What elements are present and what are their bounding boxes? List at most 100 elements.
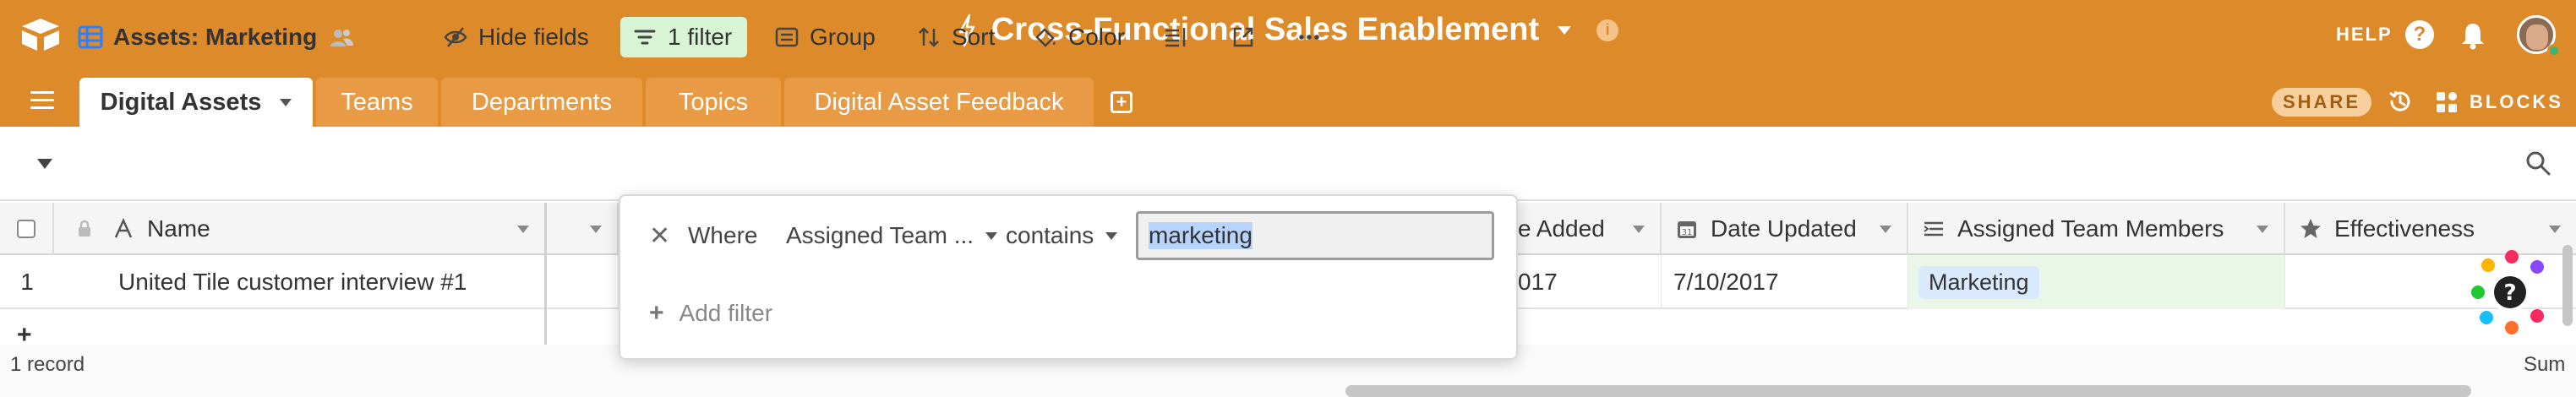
help-icon[interactable]: ?: [2405, 20, 2434, 49]
column-header-assigned-team[interactable]: Assigned Team Members: [1908, 203, 2285, 255]
column-label: Effectiveness: [2334, 215, 2475, 242]
cell-date-updated-text: 7/10/2017: [1673, 269, 1779, 295]
column-header-date-updated[interactable]: 31 Date Updated: [1662, 203, 1908, 255]
star-icon: [2300, 219, 2321, 238]
remove-filter-icon[interactable]: ✕: [649, 221, 670, 251]
view-switcher-caret-icon[interactable]: [37, 159, 52, 169]
support-chat-icon[interactable]: ?: [2468, 245, 2562, 340]
column-label: e Added: [1518, 215, 1605, 242]
chevron-down-icon[interactable]: [280, 98, 292, 106]
cell-hidden[interactable]: [546, 255, 619, 309]
filter-condition-row: ✕ Where Assigned Team ... contains marke…: [620, 209, 1516, 260]
blocks-button[interactable]: BLOCKS: [2434, 88, 2563, 117]
chevron-down-icon[interactable]: [2257, 226, 2268, 233]
info-icon[interactable]: i: [1596, 19, 1619, 41]
tab-topics[interactable]: Topics: [646, 78, 781, 127]
chevron-down-icon[interactable]: [590, 226, 602, 233]
bell-icon[interactable]: [2459, 20, 2486, 51]
svg-text:?: ?: [2503, 280, 2516, 306]
sort-icon: [919, 27, 939, 47]
chevron-down-icon[interactable]: [1880, 226, 1891, 233]
app-header: Cross-Functional Sales Enablement i HELP…: [0, 0, 2576, 127]
filter-button[interactable]: 1 filter: [620, 17, 748, 57]
airtable-logo-icon[interactable]: [19, 15, 63, 52]
chevron-down-icon: [1105, 231, 1118, 240]
view-toolbar: [0, 127, 2576, 201]
tab-digital-assets[interactable]: Digital Assets: [79, 78, 313, 127]
history-icon[interactable]: [2387, 88, 2414, 115]
vertical-scrollbar[interactable]: [2562, 245, 2573, 326]
filter-operator-value: contains: [1006, 222, 1094, 248]
chevron-down-icon[interactable]: [517, 226, 529, 233]
tab-label: Digital Assets: [100, 88, 262, 116]
column-header-name[interactable]: Name: [54, 203, 544, 255]
svg-text:31: 31: [1682, 228, 1693, 237]
cell-name-text: United Tile customer interview #1: [118, 269, 467, 295]
cell-name[interactable]: United Tile customer interview #1: [54, 255, 544, 309]
filter-value-input[interactable]: marketing: [1136, 211, 1494, 260]
color-button[interactable]: Color: [1033, 17, 1125, 57]
collaborators-icon: [330, 30, 354, 46]
add-table-icon[interactable]: +: [1111, 91, 1132, 113]
more-options-button[interactable]: [1296, 17, 1322, 57]
chevron-down-icon: [1558, 25, 1572, 35]
cell-date-added-text: 017: [1518, 269, 1558, 295]
sort-label: Sort: [952, 24, 996, 50]
group-button[interactable]: Group: [774, 17, 876, 57]
view-name: Assets: Marketing: [113, 24, 318, 50]
column-header-hidden[interactable]: [546, 203, 619, 255]
column-label: Name: [147, 215, 210, 242]
search-icon[interactable]: [2524, 149, 2552, 177]
view-switcher[interactable]: Assets: Marketing: [78, 17, 356, 57]
filter-operator-select[interactable]: contains: [1006, 222, 1118, 249]
row-height-button[interactable]: [1163, 17, 1188, 57]
eye-slash-icon: [444, 27, 467, 47]
summary-label[interactable]: Sum: [2524, 353, 2565, 377]
plus-icon: +: [649, 299, 664, 327]
tab-label: Teams: [341, 88, 413, 116]
external-link-icon: [1233, 27, 1253, 47]
chevron-down-icon[interactable]: [1633, 226, 1645, 233]
team-tag: Marketing: [1918, 265, 2039, 299]
hide-fields-label: Hide fields: [478, 24, 589, 50]
share-button[interactable]: SHARE: [2272, 88, 2371, 117]
tab-digital-asset-feedback[interactable]: Digital Asset Feedback: [784, 78, 1094, 127]
help-label[interactable]: HELP: [2336, 24, 2393, 46]
group-icon: [775, 27, 799, 47]
filter-icon: [634, 30, 656, 45]
filter-popover: ✕ Where Assigned Team ... contains marke…: [619, 194, 1518, 360]
cell-assigned-team[interactable]: Marketing: [1908, 255, 2285, 309]
filter-field-value: Assigned Team ...: [786, 222, 974, 248]
tab-teams[interactable]: Teams: [316, 78, 438, 127]
column-label: Assigned Team Members: [1957, 215, 2224, 242]
column-label: Date Updated: [1711, 215, 1857, 242]
hide-fields-button[interactable]: Hide fields: [443, 17, 589, 57]
filter-value-text: marketing: [1149, 222, 1253, 249]
select-all-cell[interactable]: [0, 203, 54, 255]
blocks-icon: [2437, 92, 2457, 112]
chevron-down-icon[interactable]: [2549, 226, 2561, 233]
tab-label: Departments: [471, 88, 612, 116]
online-status-icon: [2547, 44, 2561, 57]
hamburger-menu-icon[interactable]: [30, 91, 54, 110]
tab-label: Topics: [678, 88, 749, 116]
filter-label: 1 filter: [668, 24, 733, 50]
cell-date-updated[interactable]: 7/10/2017: [1662, 255, 1908, 309]
share-view-button[interactable]: [1231, 17, 1256, 57]
blocks-label: BLOCKS: [2470, 91, 2563, 112]
tab-departments[interactable]: Departments: [441, 78, 642, 127]
text-icon: [114, 217, 133, 238]
horizontal-scrollbar[interactable]: [1345, 385, 2471, 397]
chevron-down-icon: [985, 231, 998, 240]
column-header-date-added[interactable]: e Added: [1513, 203, 1662, 255]
paint-bucket-icon: [1035, 28, 1056, 47]
lock-icon: [79, 220, 90, 237]
tab-label: Digital Asset Feedback: [814, 88, 1064, 116]
sort-button[interactable]: Sort: [916, 17, 995, 57]
calendar-icon: 31: [1678, 221, 1696, 238]
add-filter-button[interactable]: + Add filter: [649, 299, 772, 328]
filter-field-select[interactable]: Assigned Team ...: [786, 222, 998, 249]
cell-date-added[interactable]: 017: [1513, 255, 1662, 309]
select-all-checkbox[interactable]: [17, 220, 35, 238]
filter-where-label: Where: [688, 222, 758, 248]
